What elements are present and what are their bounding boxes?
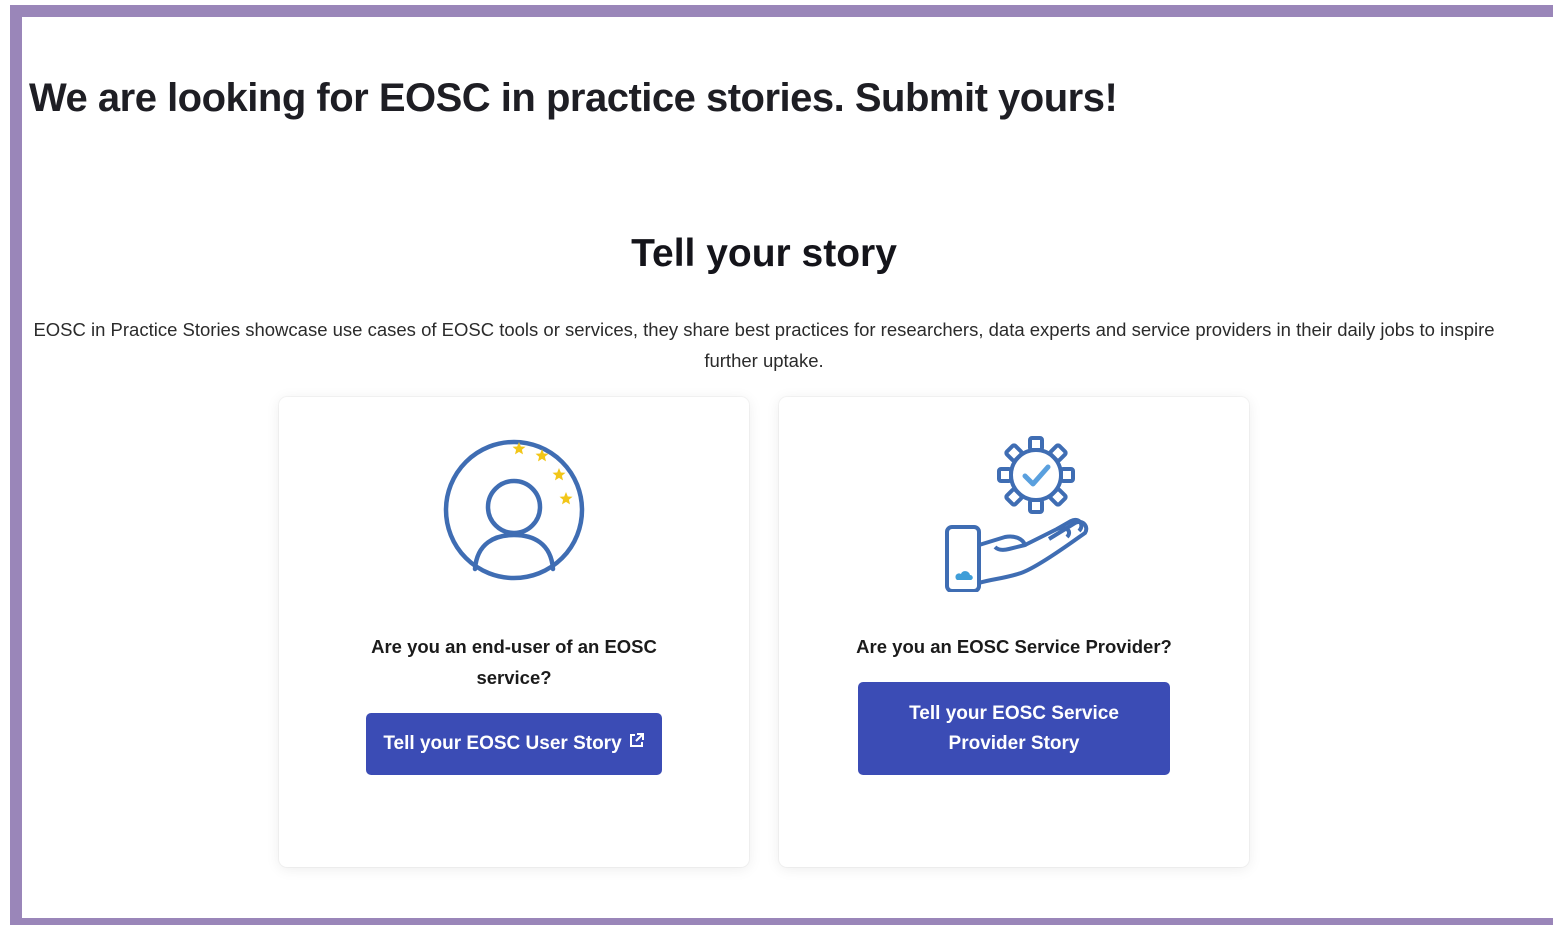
intro-text: EOSC in Practice Stories showcase use ca… — [33, 319, 1495, 371]
tell-user-story-label: Tell your EOSC User Story — [383, 733, 622, 754]
external-link-icon — [628, 729, 645, 759]
user-story-card: Are you an end-user of an EOSC service? … — [279, 397, 749, 867]
section-title: Tell your story — [631, 232, 897, 275]
hand-gear-check-icon — [779, 427, 1249, 597]
page-headline: We are looking for EOSC in practice stor… — [29, 76, 1118, 120]
frame-border-top — [10, 5, 1553, 17]
user-with-stars-icon — [279, 427, 749, 597]
end-user-question: Are you an end-user of an EOSC service? — [371, 636, 657, 688]
frame-border-left — [10, 5, 22, 925]
frame-border-bottom — [10, 918, 1553, 925]
provider-question: Are you an EOSC Service Provider? — [856, 636, 1172, 657]
tell-provider-story-label: Tell your EOSC Service Provider Story — [909, 702, 1119, 754]
tell-user-story-button[interactable]: Tell your EOSC User Story — [366, 713, 662, 775]
provider-story-card: Are you an EOSC Service Provider? Tell y… — [779, 397, 1249, 867]
tell-provider-story-button[interactable]: Tell your EOSC Service Provider Story — [858, 682, 1170, 775]
